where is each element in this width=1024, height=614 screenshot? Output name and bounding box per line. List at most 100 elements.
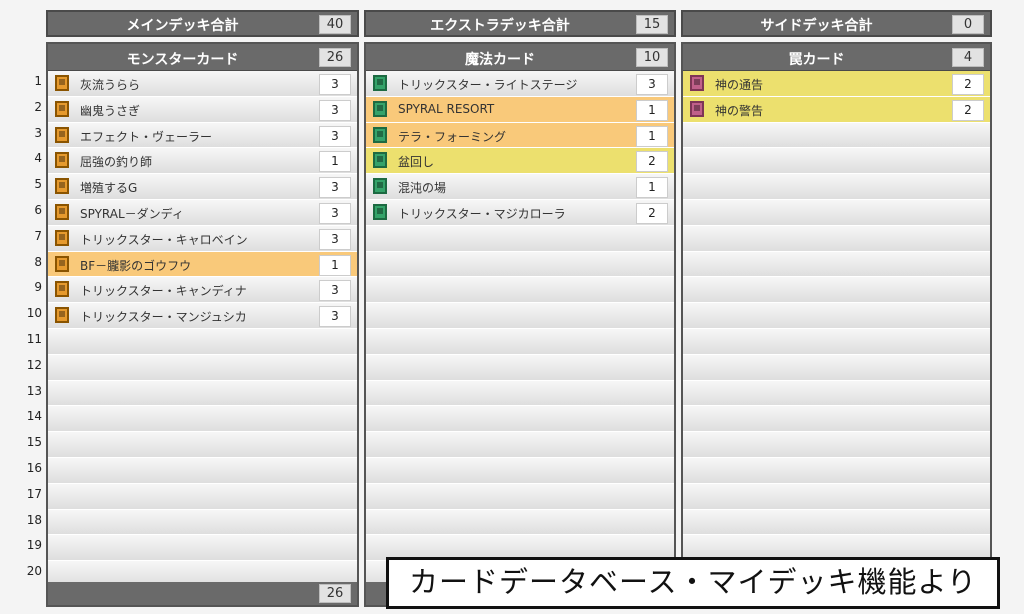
card-row[interactable]: トリックスター・マンジュシカ 3: [48, 303, 357, 329]
card-name: トリックスター・キャロベイン: [80, 232, 248, 247]
empty-row: [683, 483, 990, 510]
empty-row: [48, 328, 357, 355]
card-name: 神の通告: [715, 78, 764, 92]
trap-card-label: 罠カード: [788, 52, 845, 68]
trap-card-count: 4: [952, 48, 984, 67]
empty-row: [48, 432, 357, 458]
empty-row: [366, 251, 674, 278]
side-deck-total-count: 0: [952, 15, 984, 34]
card-quantity-input[interactable]: 3: [319, 306, 351, 328]
card-row[interactable]: BF－朧影のゴウフウ 1: [48, 251, 357, 278]
empty-row: [683, 457, 990, 484]
card-quantity-input[interactable]: 3: [319, 228, 351, 250]
spell-card-label: 魔法カード: [465, 52, 535, 68]
empty-row: [683, 148, 990, 175]
card-quantity-input[interactable]: 1: [636, 125, 668, 147]
empty-row: [366, 406, 674, 433]
card-quantity-input[interactable]: 3: [319, 280, 351, 302]
card-quantity-input[interactable]: 2: [952, 99, 984, 121]
spell-card-icon: [373, 152, 387, 169]
card-name: 幽鬼うさぎ: [80, 103, 141, 118]
card-name: 神の警告: [715, 103, 764, 118]
extra-deck-total-count: 15: [636, 15, 668, 34]
card-quantity-input[interactable]: 3: [319, 99, 351, 121]
row-number-column: 1 2 3 4 5 6 7 8 9 10 11 12 13 14 15 16 17 18 19 20: [0, 69, 44, 585]
monster-footer-count: 26: [319, 584, 351, 603]
empty-row: [366, 277, 674, 304]
card-row[interactable]: 屈強の釣り師 1: [48, 148, 357, 175]
empty-row: [48, 483, 357, 510]
trap-card-list: 神の通告 2 神の警告 2: [683, 71, 990, 587]
card-quantity-input[interactable]: 3: [319, 202, 351, 224]
row-number: 17: [26, 486, 42, 501]
row-number: 11: [26, 331, 42, 346]
row-number: 16: [26, 460, 42, 475]
spell-card-icon: [373, 203, 387, 220]
empty-row: [683, 225, 990, 252]
monster-card-list: 灰流うらら 3 幽鬼うさぎ 3 エフェクト・ヴェーラー 3 屈強の釣り師 1 増殖するG 3 SPY…: [48, 71, 357, 587]
card-row[interactable]: 混沌の場 1: [366, 174, 674, 200]
row-number: 4: [34, 151, 42, 166]
card-name: トリックスター・マンジュシカ: [80, 310, 247, 325]
card-row[interactable]: トリックスター・ライトステージ 3: [366, 71, 674, 97]
card-row[interactable]: 増殖するG 3: [48, 174, 357, 200]
card-row[interactable]: トリックスター・キャンディナ 3: [48, 277, 357, 304]
empty-row: [366, 328, 674, 355]
empty-row: [366, 225, 674, 252]
empty-row: [366, 432, 674, 458]
card-row[interactable]: 神の通告 2: [683, 71, 990, 97]
card-name: BF－朧影のゴウフウ: [80, 258, 192, 273]
monster-card-count: 26: [319, 48, 351, 67]
card-name: エフェクト・ヴェーラー: [80, 129, 213, 144]
empty-row: [683, 199, 990, 226]
spell-card-icon: [373, 178, 387, 195]
card-row[interactable]: トリックスター・マジカローラ 2: [366, 199, 674, 226]
row-number: 2: [34, 99, 42, 114]
card-row[interactable]: SPYRAL RESORT 1: [366, 96, 674, 123]
empty-row: [683, 354, 990, 381]
trap-card-icon: [690, 100, 704, 117]
card-quantity-input[interactable]: 3: [319, 177, 351, 199]
empty-row: [683, 174, 990, 200]
empty-row: [683, 406, 990, 433]
card-quantity-input[interactable]: 1: [636, 99, 668, 121]
card-quantity-input[interactable]: 1: [319, 151, 351, 173]
card-quantity-input[interactable]: 1: [636, 177, 668, 199]
spell-card-header: 魔法カード 10: [366, 44, 674, 71]
extra-deck-total-bar: エクストラデッキ合計 15: [364, 10, 676, 37]
card-row[interactable]: テラ・フォーミング 1: [366, 122, 674, 149]
empty-row: [48, 509, 357, 536]
card-quantity-input[interactable]: 2: [636, 202, 668, 224]
spell-card-icon: [373, 126, 387, 143]
card-quantity-input[interactable]: 1: [319, 254, 351, 276]
monster-card-icon: [55, 75, 69, 91]
side-deck-total-label: サイドデッキ合計: [760, 18, 873, 34]
monster-card-icon: [55, 126, 69, 143]
row-number: 7: [34, 228, 42, 243]
trap-card-icon: [690, 75, 704, 91]
spell-card-panel: 魔法カード 10 トリックスター・ライトステージ 3 SPYRAL RESORT 1 テ…: [364, 42, 676, 607]
card-quantity-input[interactable]: 3: [636, 74, 668, 95]
card-row[interactable]: トリックスター・キャロベイン 3: [48, 225, 357, 252]
card-row[interactable]: SPYRAL－ダンディ 3: [48, 199, 357, 226]
card-row[interactable]: 幽鬼うさぎ 3: [48, 96, 357, 123]
card-row[interactable]: 盆回し 2: [366, 148, 674, 175]
row-number: 20: [26, 564, 42, 579]
card-quantity-input[interactable]: 2: [636, 151, 668, 173]
spell-card-icon: [373, 100, 387, 117]
row-number: 19: [26, 538, 42, 553]
card-name: トリックスター・マジカローラ: [398, 206, 566, 221]
row-number: 9: [34, 280, 42, 295]
card-row[interactable]: 灰流うらら 3: [48, 71, 357, 97]
card-quantity-input[interactable]: 3: [319, 125, 351, 147]
main-deck-total-bar: メインデッキ合計 40: [46, 10, 359, 37]
card-quantity-input[interactable]: 2: [952, 74, 984, 95]
card-quantity-input[interactable]: 3: [319, 74, 351, 95]
card-row[interactable]: 神の警告 2: [683, 96, 990, 123]
row-number: 10: [26, 306, 42, 321]
monster-card-label: モンスターカード: [126, 52, 239, 68]
empty-row: [683, 509, 990, 536]
monster-card-icon: [55, 100, 69, 117]
card-row[interactable]: エフェクト・ヴェーラー 3: [48, 122, 357, 149]
main-deck-total-count: 40: [319, 15, 351, 34]
